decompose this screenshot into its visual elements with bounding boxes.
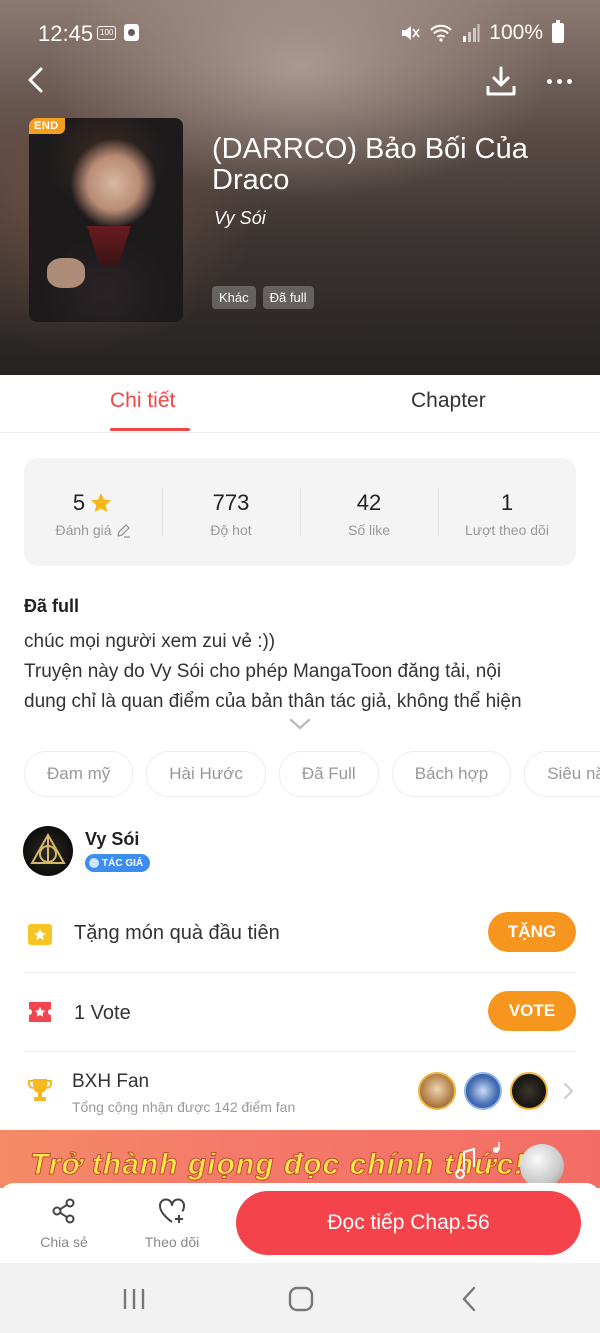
deathly-hallows-icon (30, 832, 66, 864)
vote-ticket-icon (29, 1002, 51, 1022)
book-author[interactable]: Vy Sói (214, 208, 266, 229)
gift-row[interactable]: Tặng món quà đầu tiên TẶNG (24, 912, 576, 954)
author-name[interactable]: Vy Sói (85, 829, 139, 850)
fan-ranking-title: BXH Fan (72, 1071, 150, 1092)
stats-card: 5 Đánh giá 773 Độ hot 42 Số like 1 Lượt … (24, 458, 576, 566)
expand-chevron-icon[interactable] (288, 716, 312, 732)
download-icon (486, 66, 516, 96)
battery-saver-icon: 100 (97, 25, 117, 40)
voice-actor-promo-banner[interactable]: Trở thành giọng đọc chính thức! (0, 1130, 600, 1188)
status-time: 12:45 (38, 21, 94, 46)
edit-pencil-icon (116, 523, 130, 538)
gift-icon (28, 924, 52, 945)
follow-label: Theo dõi (144, 1234, 200, 1250)
vote-row[interactable]: 1 Vote VOTE (24, 991, 576, 1033)
recent-apps-icon[interactable] (119, 1286, 149, 1312)
stat-followers: 1 Lượt theo dõi (438, 458, 576, 566)
chevron-right-icon (564, 1083, 574, 1099)
fan-avatar[interactable] (464, 1072, 502, 1110)
dot (556, 78, 562, 84)
more-options-button[interactable] (540, 66, 578, 96)
bottom-action-bar: Chia sẻ Theo dõi Đọc tiếp Chap.56 (0, 1183, 600, 1263)
promo-text: Trở thành giọng đọc chính thức! (29, 1148, 526, 1182)
book-tag[interactable]: Đã full (262, 286, 314, 309)
hot-value: 773 (212, 490, 250, 515)
followers-label: Lượt theo dõi (465, 522, 549, 538)
likes-label: Số like (347, 522, 391, 538)
author-role-label: TÁC GIẢ (102, 857, 144, 869)
hot-label: Độ hot (210, 522, 252, 538)
followers-value: 1 (500, 490, 514, 515)
continue-reading-button[interactable]: Đọc tiếp Chap.56 (236, 1191, 581, 1255)
fan-ranking-subtitle: Tổng cộng nhận được 142 điểm fan (72, 1099, 296, 1115)
genre-chip[interactable]: Hài Hước (146, 751, 266, 797)
gift-button[interactable]: TẶNG (488, 912, 576, 952)
description-line: dung chỉ là quan điểm của bản thân tác g… (24, 691, 522, 712)
system-nav-bar (0, 1263, 600, 1333)
fan-ranking-row[interactable]: BXH Fan Tổng cộng nhận được 142 điểm fan (24, 1068, 576, 1118)
genre-chip[interactable]: Bách hợp (391, 751, 512, 797)
vote-count: 1 Vote (74, 1002, 131, 1024)
battery-percent: 100% (489, 21, 543, 44)
author-role-badge: TÁC GIẢ (85, 854, 151, 872)
mute-icon (402, 26, 420, 40)
likes-value: 42 (356, 490, 382, 515)
share-button[interactable]: Chia sẻ (19, 1197, 109, 1250)
genre-chip[interactable]: Đã Full (278, 751, 379, 797)
tab-detail[interactable]: Chi tiết (110, 389, 175, 413)
completion-status: Đã full (24, 596, 80, 616)
divider (24, 972, 576, 973)
book-tags: Khác Đã full (212, 286, 314, 309)
book-header: 12:45 100 100% END (DARRCO) Bảo Bối Của … (0, 0, 600, 375)
stat-rating[interactable]: 5 Đánh giá (24, 458, 162, 566)
verified-icon (89, 858, 99, 868)
star-icon (91, 493, 112, 513)
stat-likes: 42 Số like (300, 458, 438, 566)
stat-hot: 773 Độ hot (162, 458, 300, 566)
vote-button[interactable]: VOTE (488, 991, 576, 1031)
description[interactable]: chúc mọi người xem zui vẻ :)) Truyện này… (24, 627, 584, 717)
back-arrow-icon (28, 67, 43, 93)
gift-text: Tặng món quà đầu tiên (74, 922, 280, 944)
share-icon (52, 1198, 75, 1224)
top-fans (418, 1072, 548, 1110)
fan-avatar[interactable] (418, 1072, 456, 1110)
wifi-icon (430, 24, 452, 42)
active-tab-indicator (110, 428, 190, 431)
download-button[interactable] (484, 64, 518, 100)
heart-plus-icon (159, 1198, 185, 1223)
share-label: Chia sẻ (40, 1234, 88, 1250)
book-title: (DARRCO) Bảo Bối Của Draco (212, 133, 528, 196)
system-back-icon[interactable] (456, 1286, 486, 1312)
home-icon[interactable] (286, 1286, 316, 1312)
tab-chapter[interactable]: Chapter (411, 389, 486, 413)
book-cover: END (29, 118, 183, 322)
genre-chips: Đam mỹ Hài Hước Đã Full Bách hợp Siêu nă (24, 751, 600, 797)
end-badge: END (29, 118, 65, 134)
signal-icon (463, 24, 480, 42)
screen-record-icon (124, 24, 140, 41)
tab-bar: Chi tiết Chapter (0, 375, 600, 433)
battery-icon (552, 20, 564, 43)
rating-label: Đánh giá (55, 522, 112, 538)
author-avatar[interactable] (23, 826, 73, 876)
description-line: Truyện này do Vy Sói cho phép MangaToon … (24, 661, 502, 682)
divider (24, 1051, 576, 1052)
rating-value: 5 (72, 490, 86, 515)
dot (566, 78, 572, 84)
trophy-icon (28, 1079, 52, 1101)
book-tag[interactable]: Khác (212, 286, 256, 309)
microphone-icon (520, 1144, 564, 1188)
status-bar: 12:45 100 100% (0, 0, 600, 68)
genre-chip[interactable]: Siêu nă (524, 751, 600, 797)
description-line: chúc mọi người xem zui vẻ :)) (24, 631, 276, 652)
dot (546, 78, 552, 84)
back-button[interactable] (18, 62, 52, 98)
genre-chip[interactable]: Đam mỹ (24, 751, 134, 797)
fan-avatar[interactable] (510, 1072, 548, 1110)
follow-button[interactable]: Theo dõi (127, 1197, 217, 1250)
music-notes-icon (455, 1142, 500, 1179)
